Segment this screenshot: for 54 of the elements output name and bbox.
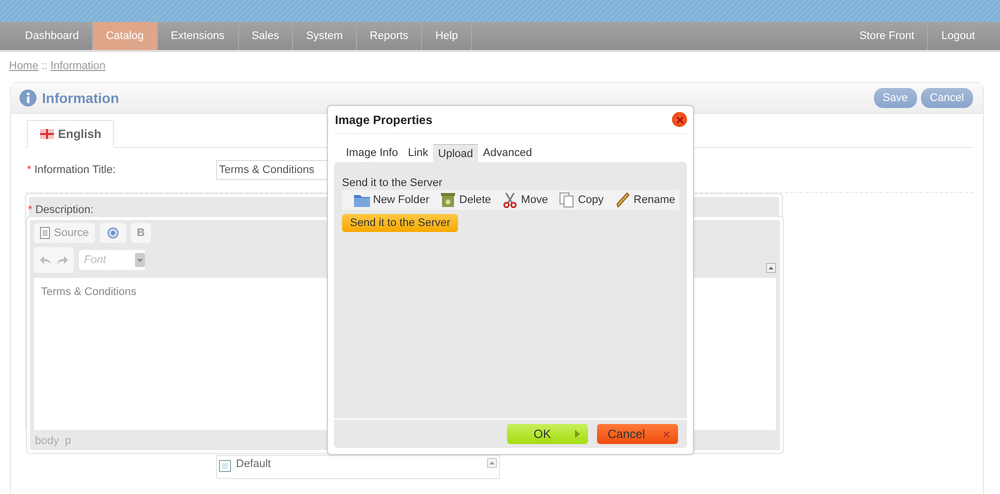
element-path-item[interactable]: body: [35, 435, 59, 447]
redo-icon: [56, 255, 68, 265]
file-action-button[interactable]: Delete: [440, 192, 492, 208]
undo-icon: [40, 255, 52, 265]
close-icon: [676, 116, 684, 124]
folder-icon: [354, 192, 370, 208]
breadcrumb-link[interactable]: Home: [9, 60, 38, 72]
info-icon: [19, 89, 37, 107]
language-tab[interactable]: English: [27, 120, 114, 148]
nav-item[interactable]: System: [293, 22, 357, 50]
nav-item[interactable]: Help: [422, 22, 472, 50]
nav-item[interactable]: Logout: [928, 22, 988, 50]
collapse-icon: [766, 263, 776, 273]
close-icon: [663, 430, 670, 438]
field-label: * Information Title:: [27, 164, 116, 176]
panel-title: Information: [42, 90, 119, 106]
close-button[interactable]: [672, 112, 687, 127]
nav-item[interactable]: Reports: [356, 22, 422, 50]
file-action-button[interactable]: Copy: [558, 192, 604, 208]
file-action-button[interactable]: Rename: [614, 192, 676, 208]
file-action-button[interactable]: New Folder: [354, 192, 430, 208]
flag-icon: [40, 129, 54, 139]
source-button[interactable]: Source: [34, 223, 95, 243]
section-label: Send it to the Server: [342, 177, 444, 189]
editor-text: Terms & Conditions: [41, 286, 138, 298]
toolbar-button[interactable]: [100, 223, 126, 243]
field-label: * Description:: [28, 204, 94, 216]
checkbox-label: Default: [236, 458, 272, 470]
nav-item[interactable]: Sales: [238, 22, 294, 50]
dialog-tab[interactable]: Upload: [433, 144, 478, 163]
dialog-title: Image Properties: [335, 112, 432, 126]
checkbox[interactable]: [219, 460, 231, 472]
scroll-up-icon: [487, 458, 497, 468]
breadcrumb-separator: ::: [41, 60, 48, 72]
nav-item[interactable]: Extensions: [158, 22, 239, 50]
bold-button[interactable]: B: [130, 223, 151, 243]
pencil-icon: [614, 192, 631, 208]
nav-item[interactable]: Catalog: [92, 22, 158, 50]
font-dropdown[interactable]: Font: [79, 250, 145, 270]
header-button[interactable]: Save: [874, 88, 917, 108]
breadcrumb-link[interactable]: Information: [50, 60, 106, 72]
element-path-item[interactable]: p: [64, 435, 71, 447]
scissors-icon: [502, 192, 518, 208]
file-action-button[interactable]: Move: [502, 192, 548, 208]
arrow-icon: [575, 430, 580, 438]
trash-icon: [440, 192, 456, 208]
caret-icon: [135, 253, 145, 267]
ok-button[interactable]: OK: [507, 424, 588, 444]
document-icon: [40, 227, 50, 239]
copy-icon: [558, 192, 575, 208]
send-to-server-button[interactable]: Send it to the Server: [342, 214, 458, 232]
cancel-button[interactable]: Cancel: [597, 424, 678, 444]
nav-item[interactable]: Store Front: [846, 22, 928, 50]
header-button[interactable]: Cancel: [920, 88, 973, 108]
